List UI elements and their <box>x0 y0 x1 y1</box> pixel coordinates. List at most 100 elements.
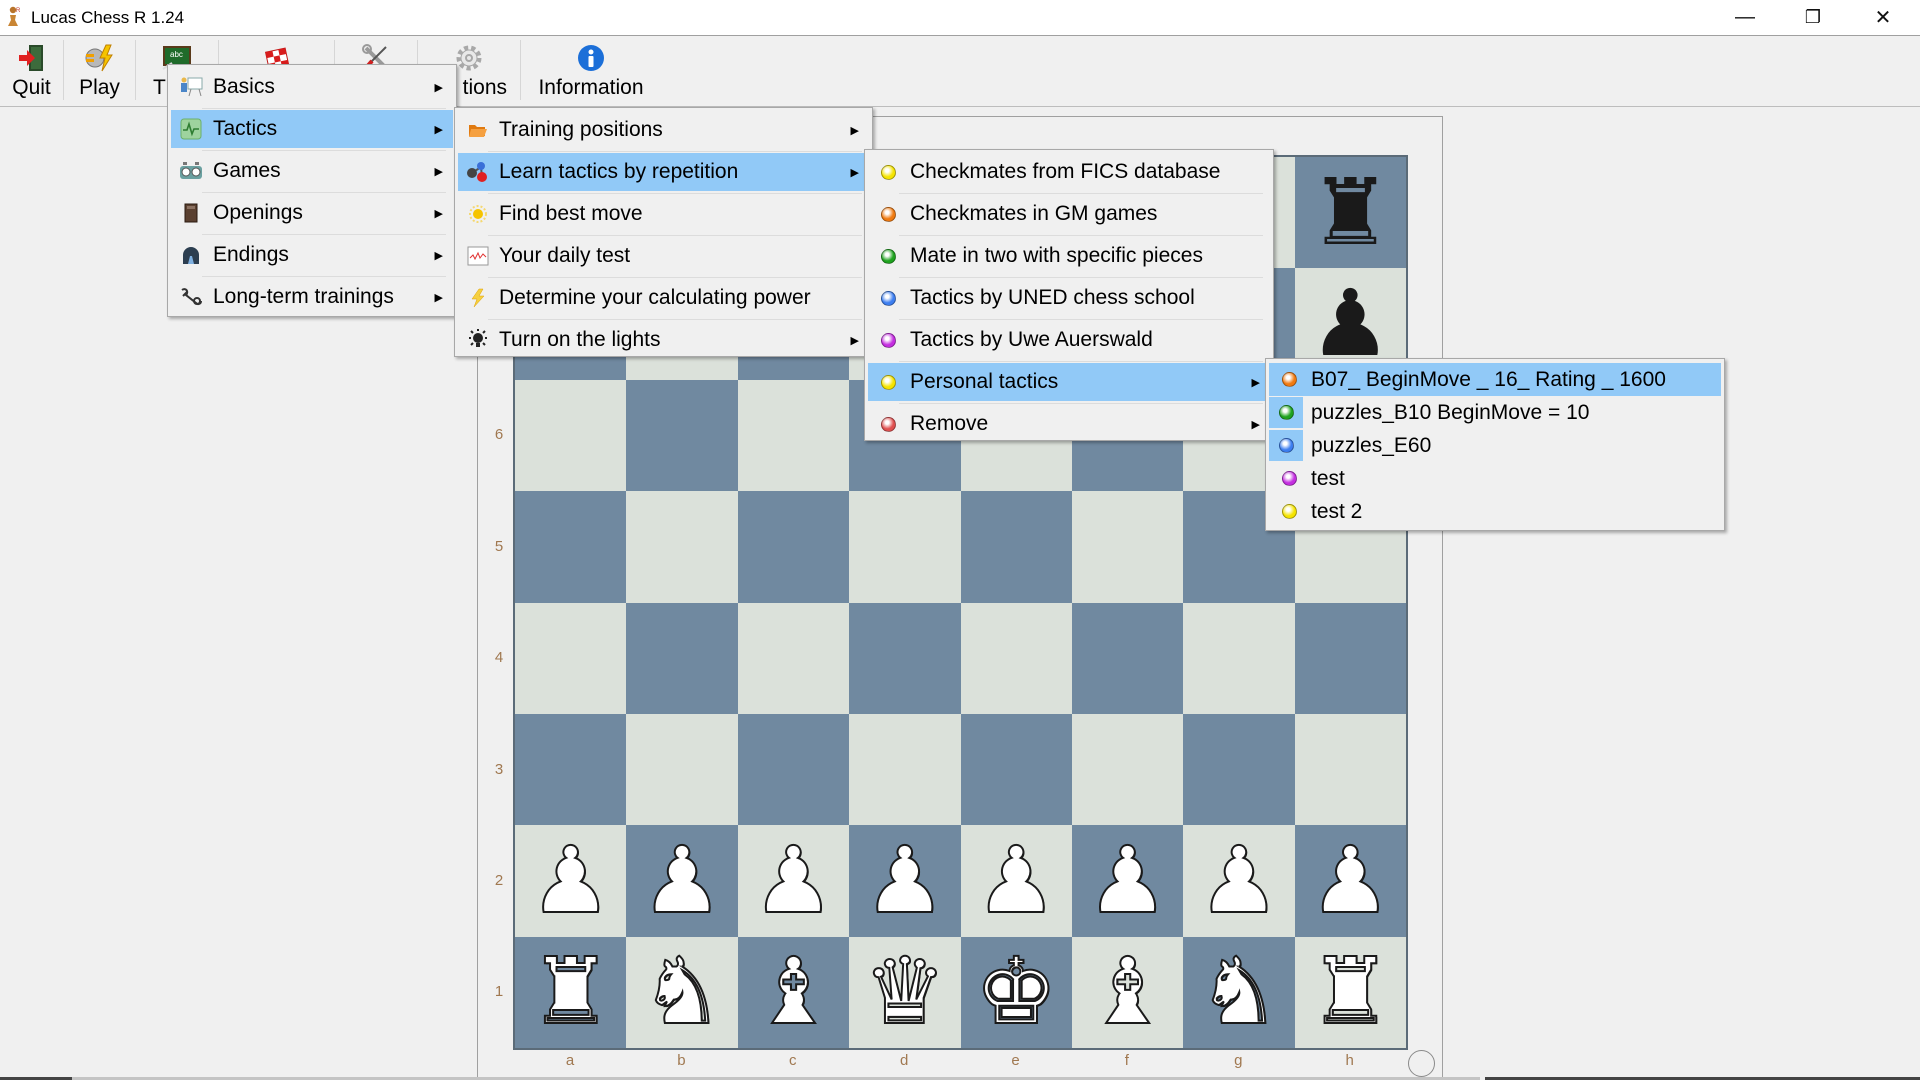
menu-item-determine-your-calculating-power[interactable]: Determine your calculating power <box>458 279 869 317</box>
square-e1[interactable]: ♚ <box>960 936 1072 1049</box>
menu-item-test[interactable]: test <box>1269 462 1721 495</box>
svg-text:R: R <box>16 8 21 14</box>
menu-item-personal-tactics[interactable]: Personal tactics ▶ <box>868 363 1270 401</box>
square-c1[interactable]: ♝ <box>737 936 850 1049</box>
square-a4[interactable] <box>515 602 627 714</box>
square-b1[interactable]: ♞ <box>626 936 738 1049</box>
white-queen-piece[interactable]: ♛ <box>863 945 947 1039</box>
square-d2[interactable]: ♟ <box>849 825 961 937</box>
white-knight-piece[interactable]: ♞ <box>640 945 724 1039</box>
menu-item-puzzles-e60[interactable]: puzzles_E60 <box>1269 429 1721 462</box>
square-g2[interactable]: ♟ <box>1183 825 1295 937</box>
menu-item-openings[interactable]: Openings ▶ <box>171 194 453 232</box>
square-f2[interactable]: ♟ <box>1071 825 1184 937</box>
square-b2[interactable]: ♟ <box>626 825 738 937</box>
menu-item-training-positions[interactable]: Training positions ▶ <box>458 111 869 149</box>
white-bishop-piece[interactable]: ♝ <box>751 945 835 1039</box>
white-pawn-piece[interactable]: ♟ <box>974 833 1058 927</box>
menu-item-endings[interactable]: Endings ▶ <box>171 236 453 274</box>
board-options-circle[interactable] <box>1408 1050 1435 1077</box>
menu-item-tactics-by-uwe-auerswald[interactable]: Tactics by Uwe Auerswald <box>868 321 1270 359</box>
square-g1[interactable]: ♞ <box>1183 936 1295 1049</box>
menu-item-label: Personal tactics <box>910 370 1059 393</box>
square-f3[interactable] <box>1071 713 1184 826</box>
minimize-button[interactable]: — <box>1710 0 1780 35</box>
white-rook-piece[interactable]: ♜ <box>528 945 612 1039</box>
menu-item-checkmates-in-gm-games[interactable]: Checkmates in GM games <box>868 195 1270 233</box>
square-c4[interactable] <box>737 602 850 714</box>
information-button[interactable]: Information <box>521 36 661 106</box>
square-d5[interactable] <box>849 491 961 603</box>
square-e2[interactable]: ♟ <box>960 825 1072 937</box>
square-f1[interactable]: ♝ <box>1071 936 1184 1049</box>
menu-item-learn-tactics-by-repetition[interactable]: Learn tactics by repetition ▶ <box>458 153 869 191</box>
menu-item-tactics[interactable]: Tactics ▶ <box>171 110 453 148</box>
square-h2[interactable]: ♟ <box>1294 825 1407 937</box>
square-b6[interactable] <box>626 379 738 492</box>
square-a1[interactable]: ♜ <box>515 936 627 1049</box>
menu-item-games[interactable]: Games ▶ <box>171 152 453 190</box>
square-c3[interactable] <box>737 713 850 826</box>
white-pawn-piece[interactable]: ♟ <box>1308 833 1392 927</box>
white-pawn-piece[interactable]: ♟ <box>751 833 835 927</box>
menu-item-label: Checkmates in GM games <box>910 202 1158 225</box>
play-button[interactable]: Play <box>64 36 135 106</box>
square-a2[interactable]: ♟ <box>515 825 627 937</box>
menu-item-b07-beginmove-16-rating-1600[interactable]: B07_ BeginMove _ 16_ Rating _ 1600 <box>1269 363 1721 396</box>
square-a6[interactable] <box>515 379 627 492</box>
close-button[interactable]: ✕ <box>1848 0 1918 35</box>
square-h8[interactable]: ♜ <box>1294 157 1407 269</box>
white-king-piece[interactable]: ♚ <box>974 945 1058 1039</box>
square-b4[interactable] <box>626 602 738 714</box>
white-pawn-piece[interactable]: ♟ <box>528 833 612 927</box>
white-pawn-piece[interactable]: ♟ <box>1085 833 1169 927</box>
square-c6[interactable] <box>737 379 850 492</box>
rank-label: 5 <box>494 537 504 555</box>
square-a5[interactable] <box>515 491 627 603</box>
square-e3[interactable] <box>960 713 1072 826</box>
square-d4[interactable] <box>849 602 961 714</box>
square-f5[interactable] <box>1071 491 1184 603</box>
square-c5[interactable] <box>737 491 850 603</box>
menu-item-mate-in-two-with-specific-pieces[interactable]: Mate in two with specific pieces <box>868 237 1270 275</box>
information-icon <box>575 42 607 74</box>
square-e5[interactable] <box>960 491 1072 603</box>
black-pawn-piece[interactable]: ♟ <box>1309 278 1391 370</box>
square-f4[interactable] <box>1071 602 1184 714</box>
menu-item-checkmates-from-fics-database[interactable]: Checkmates from FICS database <box>868 153 1270 191</box>
menu-item-test-2[interactable]: test 2 <box>1269 495 1721 528</box>
square-b3[interactable] <box>626 713 738 826</box>
square-g3[interactable] <box>1183 713 1295 826</box>
white-bishop-piece[interactable]: ♝ <box>1085 945 1169 1039</box>
menu-item-puzzles-b10-beginmove-10[interactable]: puzzles_B10 BeginMove = 10 <box>1269 396 1721 429</box>
square-h3[interactable] <box>1294 713 1407 826</box>
square-g4[interactable] <box>1183 602 1295 714</box>
square-a3[interactable] <box>515 713 627 826</box>
menu-item-basics[interactable]: Basics ▶ <box>171 68 453 106</box>
chart-icon <box>464 246 492 266</box>
square-h1[interactable]: ♜ <box>1294 936 1407 1049</box>
white-knight-piece[interactable]: ♞ <box>1197 945 1281 1039</box>
menu-separator <box>899 277 1263 278</box>
square-e4[interactable] <box>960 602 1072 714</box>
menu-item-your-daily-test[interactable]: Your daily test <box>458 237 869 275</box>
square-h4[interactable] <box>1294 602 1407 714</box>
black-rook-piece[interactable]: ♜ <box>1309 166 1391 259</box>
square-d1[interactable]: ♛ <box>849 936 961 1049</box>
menu-item-find-best-move[interactable]: Find best move <box>458 195 869 233</box>
menu-item-remove[interactable]: Remove ▶ <box>868 405 1270 443</box>
quit-button[interactable]: Quit <box>0 36 63 106</box>
restore-button[interactable]: ❐ <box>1778 0 1848 35</box>
square-c2[interactable]: ♟ <box>737 825 850 937</box>
white-pawn-piece[interactable]: ♟ <box>640 833 724 927</box>
lightning-icon <box>464 288 492 308</box>
menu-item-label: Checkmates from FICS database <box>910 160 1221 183</box>
menu-item-long-term-trainings[interactable]: Long-term trainings ▶ <box>171 278 453 316</box>
menu-item-tactics-by-uned-chess-school[interactable]: Tactics by UNED chess school <box>868 279 1270 317</box>
square-b5[interactable] <box>626 491 738 603</box>
menu-item-turn-on-the-lights[interactable]: Turn on the lights ▶ <box>458 321 869 359</box>
white-pawn-piece[interactable]: ♟ <box>863 833 947 927</box>
white-rook-piece[interactable]: ♜ <box>1308 945 1392 1039</box>
white-pawn-piece[interactable]: ♟ <box>1197 833 1281 927</box>
square-d3[interactable] <box>849 713 961 826</box>
